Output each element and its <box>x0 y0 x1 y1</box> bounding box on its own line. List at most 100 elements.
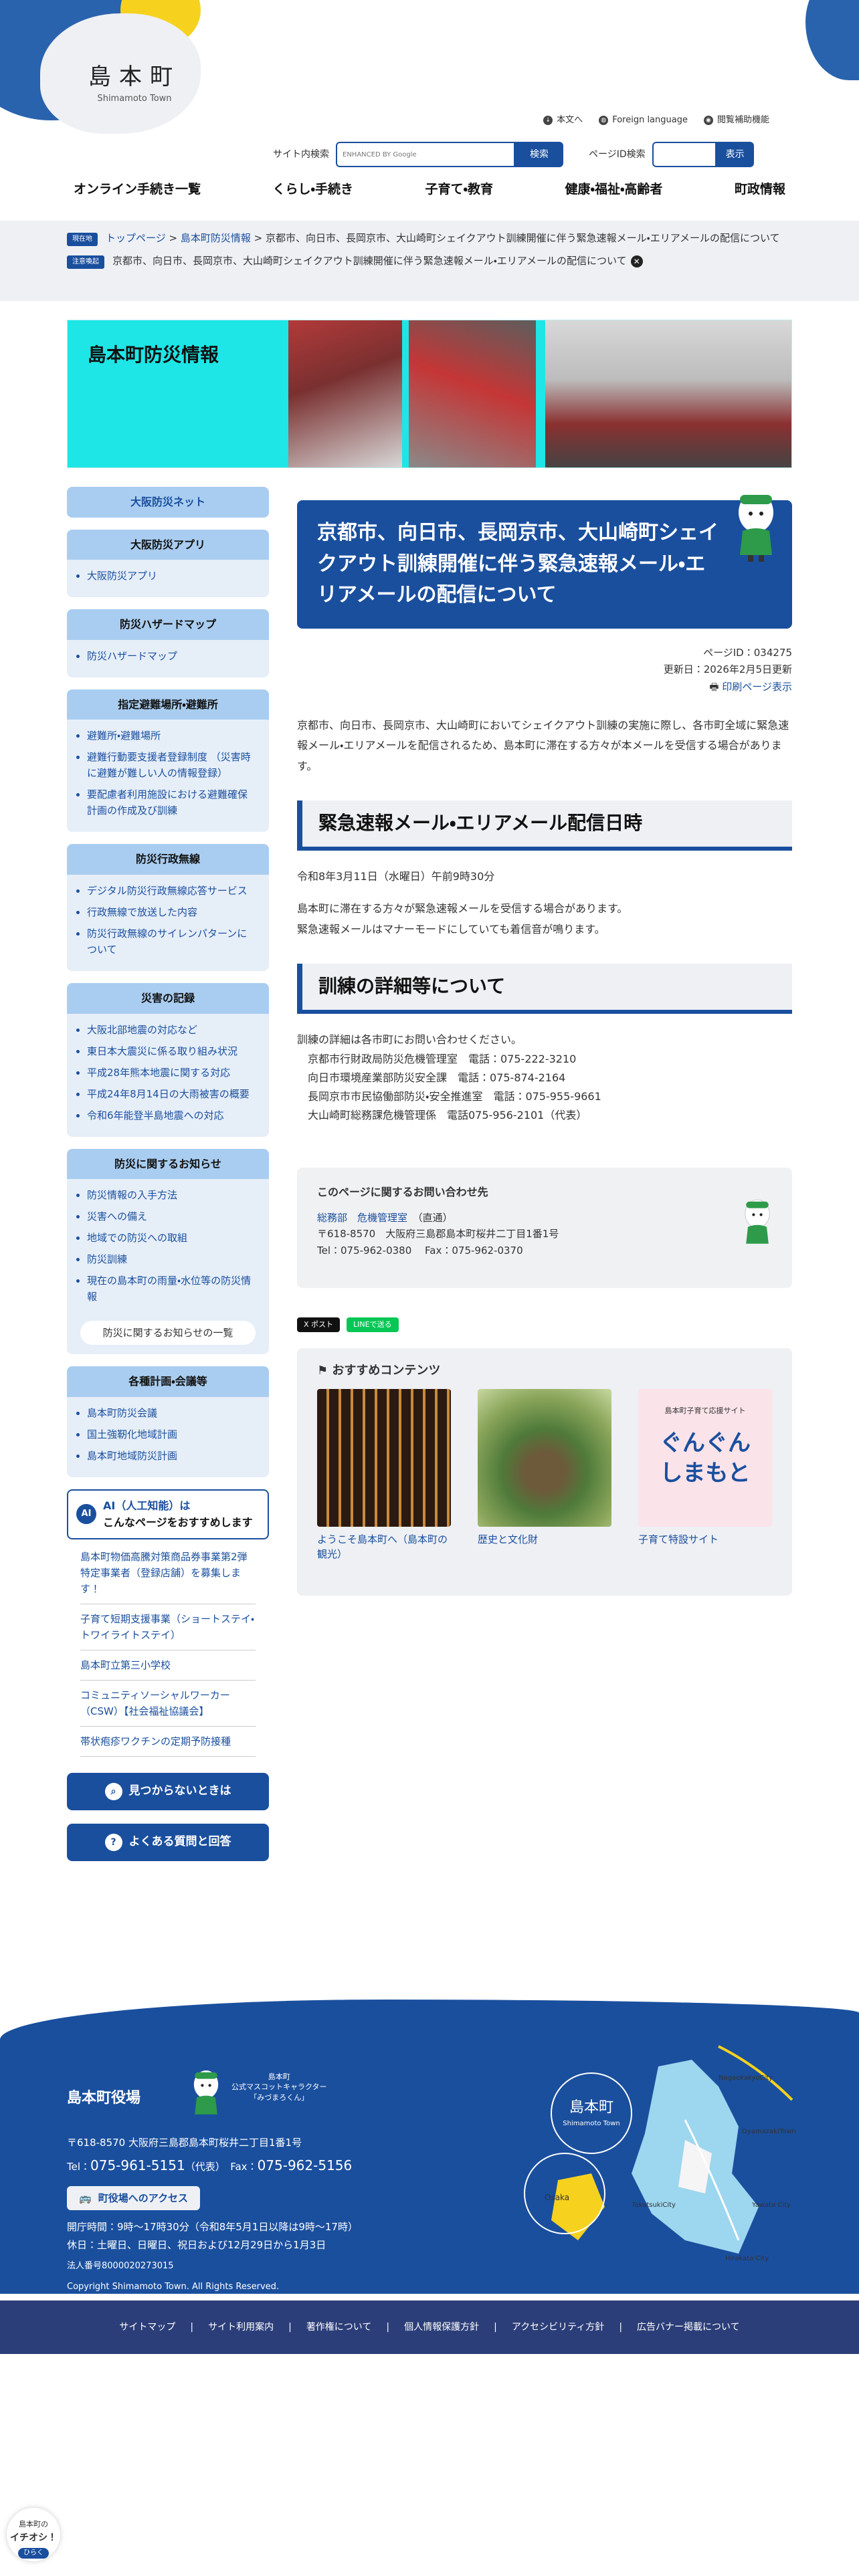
disaster-banner[interactable]: 島本町防災情報 <box>67 320 792 468</box>
footer-link[interactable]: 広告バナー掲載について <box>637 2320 740 2335</box>
footer-address: 〒618-8570 大阪府三島郡島本町桜井二丁目1番1号 <box>67 2137 302 2149</box>
sidebar-section: 災害の記録大阪北部地震の対応など東日本大震災に係る取り組み状況平成28年熊本地震… <box>67 982 269 1137</box>
reco-card[interactable]: 歴史と文化財 <box>478 1388 611 1562</box>
sidebar-link[interactable]: 防災情報の入手方法 <box>87 1189 177 1201</box>
badge-open-button[interactable]: ひらく <box>18 2547 49 2559</box>
ai-recommend-link[interactable]: 島本町立第三小学校 <box>80 1650 256 1681</box>
sidebar-link[interactable]: 災害への備え <box>87 1210 147 1222</box>
search-input[interactable]: ENHANCED BY Google <box>336 142 515 167</box>
search-icon: ⌕ <box>104 1782 122 1800</box>
sidebar-link[interactable]: 要配慮者利用施設における避難確保計画の作成及び訓練 <box>87 788 248 817</box>
sidebar-more-button[interactable]: 防災に関するお知らせの一覧 <box>80 1321 256 1346</box>
close-icon[interactable]: ✕ <box>630 255 643 267</box>
question-icon: ? <box>104 1833 122 1851</box>
footer-office-name: 島本町役場 <box>67 2090 141 2107</box>
access-button[interactable]: 🚌 町役場へのアクセス <box>67 2185 200 2210</box>
sidebar-link[interactable]: 大阪北部地震の対応など <box>87 1024 197 1036</box>
sidebar-section-title: 災害の記録 <box>67 982 269 1014</box>
page-id-button[interactable]: 表示 <box>716 142 754 167</box>
sidebar-link[interactable]: 防災ハザードマップ <box>87 650 177 662</box>
sidebar-link[interactable]: 東日本大震災に係る取り組み状況 <box>87 1045 237 1057</box>
breadcrumb-parent[interactable]: 島本町防災情報 <box>181 232 251 244</box>
reco-card[interactable]: ようこそ島本町へ（島本町の観光） <box>317 1388 451 1562</box>
section-link[interactable]: 危機管理室 <box>357 1212 407 1224</box>
ai-recommend-link[interactable]: コミュニティソーシャルワーカー（CSW）【社会福祉協議会】 <box>80 1681 256 1727</box>
mascot-icon <box>739 492 773 562</box>
line-share-button[interactable]: LINEで送る <box>347 1317 399 1332</box>
sidebar-section: 防災ハザードマップ防災ハザードマップ <box>67 609 269 677</box>
footer-link[interactable]: アクセシビリティ方針 <box>512 2320 604 2335</box>
fax-label: Fax： <box>230 2160 258 2173</box>
contact-item: 向日市環境産業部防災安全課 電話：075-874-2164 <box>308 1071 566 1085</box>
inquiry-tel: Tel：075-962-0380 Fax：075-962-0370 <box>317 1245 523 1257</box>
map-town-en: Shimamoto Town <box>563 2120 619 2127</box>
page-id-input[interactable] <box>652 142 717 167</box>
foreign-language-link[interactable]: ◍ Foreign language <box>599 114 688 128</box>
site-search: サイト内検索 ENHANCED BY Google 検索 <box>273 142 563 167</box>
ai-recommend-link[interactable]: 子育て短期支援事業（ショートステイ・トワイライトステイ） <box>80 1604 256 1650</box>
sidebar-item: 防災訓練 <box>87 1251 257 1267</box>
eye-icon: ◉ <box>703 116 713 126</box>
search-button[interactable]: 検索 <box>515 142 563 167</box>
gnav-online[interactable]: オンライン手続き一覧 <box>74 179 201 199</box>
reco-card-link[interactable]: ようこそ島本町へ（島本町の観光） <box>317 1532 451 1562</box>
gnav-education[interactable]: 子育て・教育 <box>425 179 493 199</box>
breadcrumb-current: 京都市、向日市、長岡京市、大山崎町シェイクアウト訓練開催に伴う緊急速報メール・エ… <box>265 232 780 244</box>
access-label: 町役場へのアクセス <box>98 2191 188 2204</box>
global-nav: オンライン手続き一覧 くらし・手続き 子育て・教育 健康・福祉・高齢者 町政情報 <box>67 179 792 199</box>
sidebar-link[interactable]: 国土強靭化地域計画 <box>87 1428 177 1440</box>
site-footer: 島本町役場 島本町 公式マスコットキャラクター 「みづまろくん」 〒618-85… <box>0 2000 859 2294</box>
print-link[interactable]: 印刷ページ表示 <box>722 681 792 693</box>
sidebar-link[interactable]: 避難行動要支援者登録制度 （災害時に避難が難しい人の情報登録） <box>87 751 251 779</box>
sidebar-link[interactable]: 避難所・避難場所 <box>87 730 161 742</box>
sidebar-link[interactable]: 島本町地域防災計画 <box>87 1450 177 1462</box>
sidebar-link[interactable]: 令和6年能登半島地震への対応 <box>87 1109 224 1121</box>
gnav-life[interactable]: くらし・手続き <box>273 179 353 199</box>
bus-icon: 🚌 <box>79 2191 92 2204</box>
site-logo[interactable]: 島本町 Shimamoto Town <box>88 59 181 106</box>
footer-link[interactable]: 著作権について <box>306 2320 372 2335</box>
faq-button[interactable]: ? よくある質問と回答 <box>67 1823 269 1861</box>
reco-title: おすすめコンテンツ <box>332 1363 441 1378</box>
x-post-button[interactable]: X ポスト <box>297 1317 341 1332</box>
assist-label: 閲覧補助機能 <box>717 115 769 125</box>
gnav-town[interactable]: 町政情報 <box>735 179 785 199</box>
ai-recommend-link[interactable]: 島本町物価高騰対策商品券事業第2弾特定事業者（登録店舗）を募集します！ <box>80 1542 256 1604</box>
reco-card[interactable]: 島本町子育て応援サイト ぐんぐん しまもと 子育て特設サイト <box>638 1388 772 1562</box>
sidebar-link[interactable]: 平成28年熊本地震に関する対応 <box>87 1067 230 1079</box>
accessibility-link[interactable]: ◉ 閲覧補助機能 <box>703 114 769 128</box>
sidebar-link[interactable]: 防災行政無線のサイレンパターンについて <box>87 928 247 956</box>
dept-link[interactable]: 総務部 <box>317 1212 347 1224</box>
sidebar-link[interactable]: 行政無線で放送した内容 <box>87 906 197 918</box>
sidebar-section: 防災行政無線デジタル防災行政無線応答サービス行政無線で放送した内容防災行政無線の… <box>67 844 269 971</box>
sidebar-link[interactable]: 平成24年8月14日の大雨被害の概要 <box>87 1088 250 1100</box>
direct-label: （直通） <box>417 1211 453 1224</box>
sidebar-link[interactable]: 地域での防災への取組 <box>87 1232 187 1244</box>
footer-link[interactable]: サイト利用案内 <box>208 2320 274 2335</box>
recommend-badge[interactable]: 島本町の イチオシ！ ひらく <box>7 2508 60 2561</box>
reco-card-link[interactable]: 子育て特設サイト <box>638 1532 772 1547</box>
sidebar-link[interactable]: 大阪防災アプリ <box>87 570 157 582</box>
gnav-health[interactable]: 健康・福祉・高齢者 <box>565 179 663 199</box>
download-icon: ↓ <box>543 116 553 126</box>
reco-card-link[interactable]: 歴史と文化財 <box>478 1532 611 1547</box>
ai-recommend-link[interactable]: 帯状疱疹ワクチンの定期予防接種 <box>80 1727 256 1757</box>
ai-title: AI（人工知能）は <box>103 1499 191 1512</box>
footer-link[interactable]: 個人情報保護方針 <box>404 2320 479 2335</box>
not-found-button[interactable]: ⌕ 見つからないときは <box>67 1772 269 1810</box>
breadcrumb-home[interactable]: トップページ <box>106 232 166 244</box>
sidebar-section-list: 防災情報の入手方法災害への備え地域での防災への取組防災訓練現在の島本町の雨量・水… <box>67 1179 269 1318</box>
sidebar-link[interactable]: 現在の島本町の雨量・水位等の防災情報 <box>87 1275 251 1303</box>
sidebar-link[interactable]: デジタル防災行政無線応答サービス <box>87 885 248 897</box>
skip-link[interactable]: ↓ 本文へ <box>543 114 583 128</box>
sidebar-link[interactable]: 島本町防災会議 <box>87 1407 157 1419</box>
sidebar-section-title: 大阪防災アプリ <box>67 529 269 560</box>
sidebar-sections: 大阪防災アプリ大阪防災アプリ防災ハザードマップ防災ハザードマップ指定避難場所・避… <box>67 529 269 1477</box>
map-label: TakatsukiCity <box>631 2202 676 2209</box>
osaka-bousai-link[interactable]: 大阪防災ネット <box>130 496 205 508</box>
footer-link[interactable]: サイトマップ <box>119 2320 175 2335</box>
sidebar-link[interactable]: 防災訓練 <box>87 1253 127 1265</box>
kosodate-image: 島本町子育て応援サイト ぐんぐん しまもと <box>638 1388 772 1527</box>
breadcrumb-row: 現在地 トップページ > 島本町防災情報 > 京都市、向日市、長岡京市、大山崎町… <box>67 230 792 246</box>
page-id-search: ページID検索 表示 <box>589 142 754 167</box>
